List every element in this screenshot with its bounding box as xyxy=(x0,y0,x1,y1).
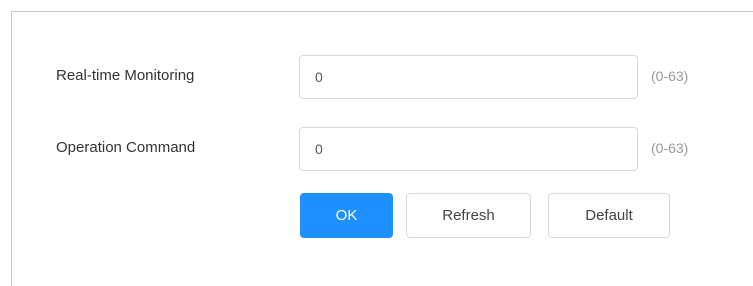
default-button[interactable]: Default xyxy=(548,193,670,238)
settings-panel: Real-time Monitoring (0-63) Operation Co… xyxy=(11,11,753,286)
operation-command-row: Operation Command (0-63) xyxy=(12,127,753,171)
operation-command-range: (0-63) xyxy=(651,140,689,156)
realtime-monitoring-range: (0-63) xyxy=(651,68,689,84)
operation-command-label: Operation Command xyxy=(56,139,196,156)
operation-command-input[interactable] xyxy=(299,127,638,171)
ok-button[interactable]: OK xyxy=(300,193,393,238)
realtime-monitoring-label: Real-time Monitoring xyxy=(56,67,195,84)
realtime-monitoring-row: Real-time Monitoring (0-63) xyxy=(12,55,753,99)
refresh-button[interactable]: Refresh xyxy=(406,193,531,238)
realtime-monitoring-input[interactable] xyxy=(299,55,638,99)
